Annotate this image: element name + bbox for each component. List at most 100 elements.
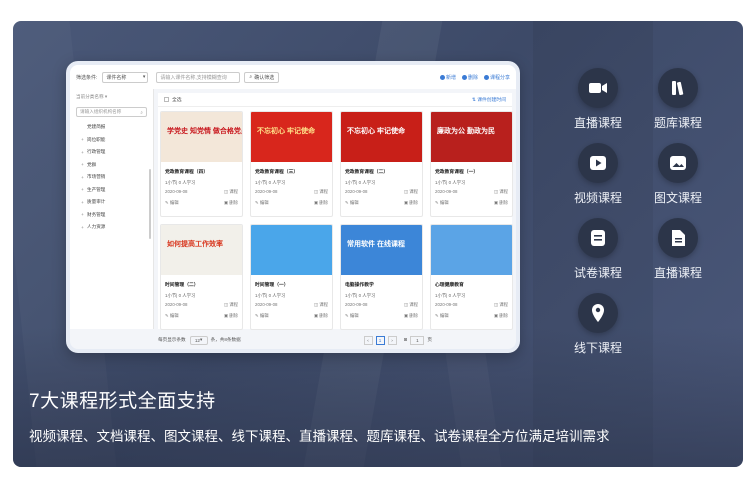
filter-select[interactable]: 课件名称 ▾: [102, 71, 149, 83]
delete-button[interactable]: ▣ 删除: [494, 200, 508, 206]
course-meta: 1小节| 0 人学习: [165, 180, 196, 185]
course-kind: ◫ 课程: [493, 302, 508, 307]
sidebar-item[interactable]: + 人力资源: [70, 221, 153, 234]
sidebar-item[interactable]: + 生产管理: [70, 184, 153, 197]
thumbnail-title: 廉政为公 勤政为民: [437, 128, 495, 135]
subline: 视频课程、文档课程、图文课程、线下课程、直播课程、题库课程、试卷课程全方位满足培…: [29, 429, 610, 444]
course-meta: 1小节| 0 人学习: [165, 293, 196, 298]
plus-icon: +: [81, 137, 84, 143]
search-icon: ⌕: [249, 74, 253, 80]
course-thumbnail[interactable]: 如何提高工作效率: [161, 225, 242, 275]
play-icon: [578, 143, 618, 183]
delete-button[interactable]: ▣ 删除: [314, 200, 328, 206]
edit-button[interactable]: ✎ 编辑: [165, 313, 179, 319]
feature-label: 试卷课程: [573, 266, 622, 280]
course-card[interactable]: 常用软件 在线课程 电脑操作教学 1小节| 0 人学习 2020-09-08 ◫ 课程 ✎…: [340, 224, 423, 330]
search-icon: ⌕: [140, 109, 143, 115]
course-title: 时间管理（二）: [165, 283, 199, 288]
sidebar-item[interactable]: + 市场营销: [70, 171, 153, 184]
feature-label: 直播课程: [653, 266, 702, 280]
per-page-select[interactable]: 12 ▾: [189, 335, 208, 345]
sidebar-item[interactable]: + 岗位职能: [70, 134, 153, 147]
goto-page-input[interactable]: 1: [410, 335, 425, 345]
next-page-button[interactable]: ›: [387, 335, 397, 345]
delete-button[interactable]: ▣ 删除: [404, 200, 418, 206]
category-sidebar: 当前分类名称 ▾ 请输入组织机构名称 ⌕ 党建简报 + 岗位职能 + 行政管理 + 党群 + 市…: [70, 89, 154, 329]
delete-button[interactable]: ▣ 删除: [404, 313, 418, 319]
course-date: 2020-09-08: [255, 302, 278, 307]
course-card[interactable]: 廉政为公 勤政为民 党政教育课程（一） 1小节| 0 人学习 2020-09-08 ◫ …: [430, 111, 513, 217]
share-button[interactable]: 课程分享: [483, 74, 510, 81]
course-card[interactable]: 不忘初心 牢记使命 党政教育课程（二） 1小节| 0 人学习 2020-09-08 ◫ …: [340, 111, 423, 217]
feature-item: 试卷课程: [561, 218, 635, 284]
delete-button[interactable]: 删除: [461, 74, 478, 81]
course-meta: 1小节| 0 人学习: [345, 180, 376, 185]
books-icon: [658, 68, 698, 108]
course-date: 2020-09-08: [345, 302, 368, 307]
course-thumbnail[interactable]: 不忘初心 牢记使命: [341, 112, 422, 162]
course-title: 党政教育课程（四）: [165, 170, 209, 175]
course-card[interactable]: 时间管理（一） 1小节| 0 人学习 2020-09-08 ◫ 课程 ✎ 编辑 ▣ 删除: [250, 224, 333, 330]
course-thumbnail[interactable]: [251, 225, 332, 275]
edit-button[interactable]: ✎ 编辑: [255, 200, 269, 206]
org-search-input[interactable]: 请输入组织机构名称 ⌕: [76, 107, 147, 117]
course-title: 党政教育课程（二）: [345, 170, 389, 175]
edit-button[interactable]: ✎ 编辑: [435, 200, 449, 206]
course-list: 全选 ⇅ 课件创建时间 学党史 知党情 做合格党员 党政教育课程（四） 1小节| 0…: [158, 93, 513, 330]
course-title: 党政教育课程（一）: [435, 170, 479, 175]
edit-button[interactable]: ✎ 编辑: [435, 313, 449, 319]
sidebar-item[interactable]: + 党群: [70, 159, 153, 172]
edit-button[interactable]: ✎ 编辑: [255, 313, 269, 319]
course-card[interactable]: 学党史 知党情 做合格党员党政教育课程（四） 1小节| 0 人学习 2020-09-…: [160, 111, 243, 217]
add-button[interactable]: 新增: [439, 74, 456, 81]
goto-label: ⊞: [403, 337, 408, 342]
video-camera-icon: [578, 68, 618, 108]
course-kind: ◫ 课程: [223, 189, 238, 194]
feature-item: 直播课程: [561, 68, 635, 134]
plus-icon: +: [81, 199, 84, 205]
thumbnail-title: 不忘初心 牢记使命: [347, 128, 405, 135]
feature-label: 线下课程: [573, 341, 622, 355]
edit-button[interactable]: ✎ 编辑: [345, 200, 359, 206]
sidebar-item[interactable]: + 质量审计: [70, 196, 153, 209]
feature-item: 线下课程: [561, 293, 635, 359]
course-date: 2020-09-08: [345, 189, 368, 194]
course-card[interactable]: 如何提高工作效率 时间管理（二） 1小节| 0 人学习 2020-09-08 ◫ 课程 ✎…: [160, 224, 243, 330]
course-thumbnail[interactable]: 常用软件 在线课程: [341, 225, 422, 275]
plus-icon: +: [81, 149, 84, 155]
course-thumbnail[interactable]: [431, 225, 512, 275]
search-input[interactable]: 请输入课件名称,支持模糊查询: [156, 71, 241, 83]
sidebar-item[interactable]: 党建简报: [70, 121, 153, 134]
select-all-checkbox[interactable]: [164, 97, 169, 102]
sort-by-created-time[interactable]: ⇅ 课件创建时间: [472, 96, 506, 103]
edit-button[interactable]: ✎ 编辑: [345, 313, 359, 319]
feature-label: 图文课程: [653, 191, 702, 205]
prev-page-button[interactable]: ‹: [363, 335, 373, 345]
sidebar-item[interactable]: + 行政管理: [70, 146, 153, 159]
sidebar-scrollbar[interactable]: [149, 169, 151, 239]
delete-button[interactable]: ▣ 删除: [224, 313, 238, 319]
sidebar-item[interactable]: + 财务管理: [70, 209, 153, 222]
course-thumbnail[interactable]: 廉政为公 勤政为民: [431, 112, 512, 162]
course-card[interactable]: 心理健康教育 1小节| 0 人学习 2020-09-08 ◫ 课程 ✎ 编辑 ▣ 删除: [430, 224, 513, 330]
course-title: 心理健康教育: [435, 283, 464, 288]
delete-button[interactable]: ▣ 删除: [314, 313, 328, 319]
confirm-search-button[interactable]: ⌕ 确认筛选: [244, 71, 280, 83]
course-date: 2020-09-08: [165, 189, 188, 194]
course-date: 2020-09-08: [165, 302, 188, 307]
course-thumbnail[interactable]: 不忘初心 牢记使命: [251, 112, 332, 162]
category-title[interactable]: 当前分类名称 ▾: [70, 89, 153, 105]
delete-button[interactable]: ▣ 删除: [224, 200, 238, 206]
course-kind: ◫ 课程: [493, 189, 508, 194]
image-icon: [658, 143, 698, 183]
course-thumbnail[interactable]: 学党史 知党情 做合格党员: [161, 112, 242, 162]
page-number[interactable]: 1: [375, 335, 385, 345]
delete-button[interactable]: ▣ 删除: [494, 313, 508, 319]
edit-button[interactable]: ✎ 编辑: [165, 200, 179, 206]
course-card[interactable]: 不忘初心 牢记使命 党政教育课程（三） 1小节| 0 人学习 2020-09-08 ◫ …: [250, 111, 333, 217]
location-pin-icon: [578, 293, 618, 333]
course-meta: 1小节| 0 人学习: [435, 180, 466, 185]
course-kind: ◫ 课程: [403, 302, 418, 307]
course-kind: ◫ 课程: [313, 302, 328, 307]
plus-icon: +: [81, 224, 84, 230]
